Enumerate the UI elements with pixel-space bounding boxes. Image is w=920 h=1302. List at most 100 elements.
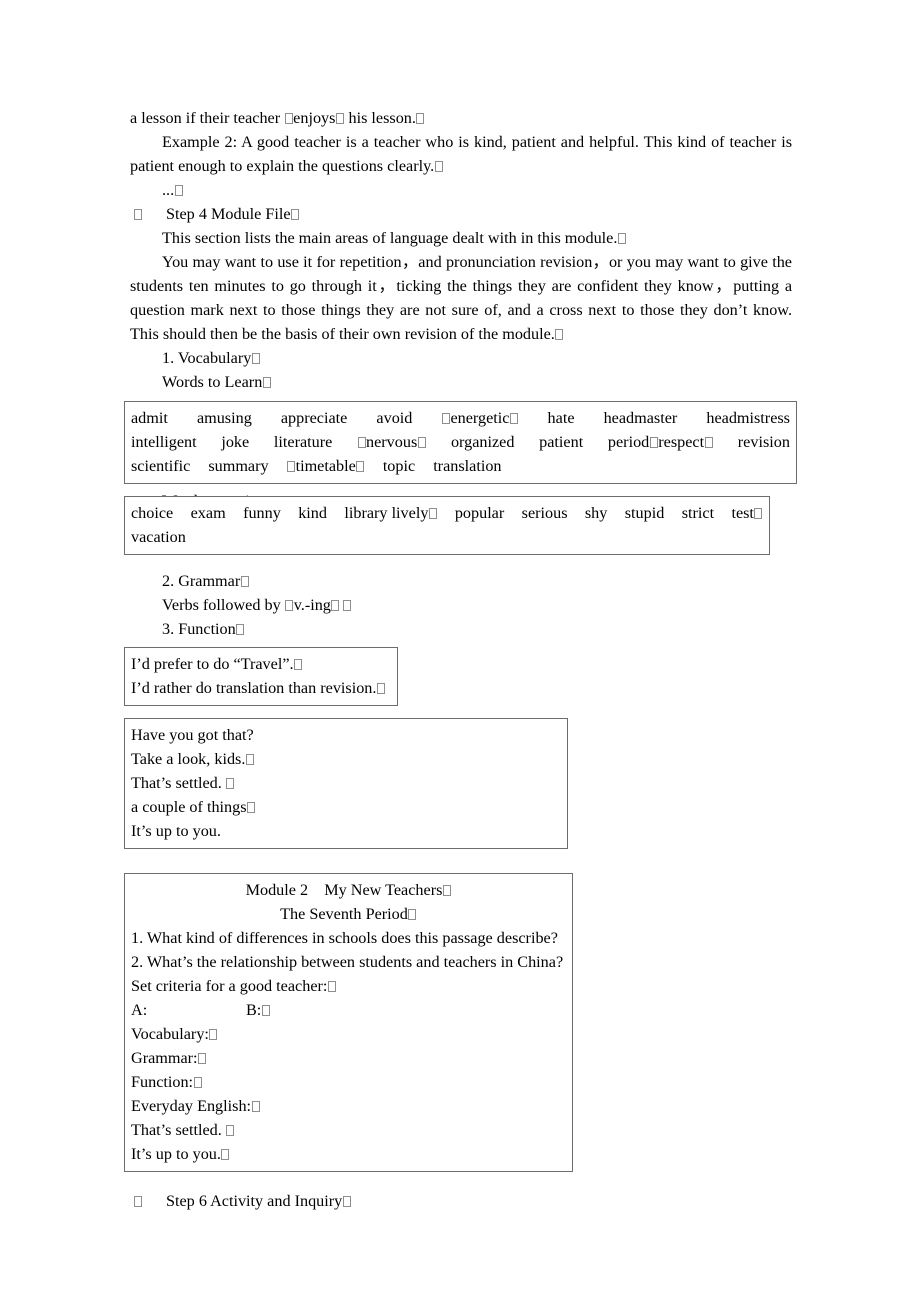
placeholder-glyph-icon — [754, 508, 763, 519]
everyday-english-box: Have you got that? Take a look, kids. Th… — [124, 718, 568, 849]
placeholder-glyph-icon — [704, 437, 713, 448]
paragraph-continuation: a lesson if their teacher enjoys his les… — [130, 106, 792, 130]
blackboard-q1-text: 1. What kind of differences in schools d… — [131, 929, 558, 947]
blackboard-vocabulary: Vocabulary: — [131, 1022, 566, 1046]
vocab-word: timetable — [295, 457, 356, 475]
words-to-learn-heading-text: Words to Learn — [162, 373, 263, 391]
placeholder-glyph-icon — [442, 885, 451, 896]
vocab-word: scientific — [131, 457, 191, 475]
vocab-word: admit — [131, 409, 168, 427]
table-row: vacation — [131, 525, 763, 549]
grammar-heading-text: 2. Grammar — [162, 572, 241, 590]
vocab-word: stupid — [624, 504, 665, 522]
placeholder-glyph-icon — [356, 461, 365, 472]
heading-step-4: Step 4 Module File — [130, 202, 792, 226]
blackboard-ab-row: A: B: — [131, 998, 566, 1022]
blackboard-subtitle-row: The Seventh Period — [131, 902, 566, 926]
placeholder-glyph-icon — [236, 624, 245, 635]
placeholder-glyph-icon — [251, 1101, 260, 1112]
placeholder-glyph-icon — [342, 1196, 351, 1207]
placeholder-glyph-icon — [335, 113, 344, 124]
blackboard-up-to-you: It’s up to you. — [131, 1142, 566, 1166]
vocab-word: lively — [391, 504, 429, 522]
words-to-learn-table: admit amusing appreciate avoid energetic… — [124, 401, 797, 484]
heading-words-to-learn: Words to Learn — [130, 370, 792, 394]
preference-line: I’d prefer to do “Travel”. — [131, 652, 391, 676]
placeholder-glyph-icon — [416, 113, 425, 124]
blackboard-label-a: A: — [131, 1001, 148, 1019]
everyday-line: That’s settled. — [131, 771, 561, 795]
everyday-line: Have you got that? — [131, 723, 561, 747]
paragraph-step4-body: You may want to use it for repetition，an… — [130, 250, 792, 346]
vocab-word-nervous: nervous — [357, 430, 426, 454]
step4-body-text: You may want to use it for repetition，an… — [130, 253, 792, 343]
blackboard-grammar-text: Grammar: — [131, 1049, 198, 1067]
blackboard-title: Module 2 My New Teachers — [245, 881, 443, 899]
preference-line: I’d rather do translation than revision. — [131, 676, 391, 700]
blackboard-question-1: 1. What kind of differences in schools d… — [131, 926, 566, 950]
everyday-line-1: Have you got that? — [131, 726, 254, 744]
vocab-word: shy — [584, 504, 608, 522]
placeholder-glyph-icon — [245, 754, 254, 765]
vocab-word: exam — [190, 504, 226, 522]
placeholder-glyph-icon — [294, 659, 303, 670]
everyday-line: a couple of things — [131, 795, 561, 819]
step-6-label: Step 6 Activity and Inquiry — [166, 1192, 343, 1210]
vocab-word-library-lively: library lively — [344, 501, 437, 525]
vocab-word: choice — [131, 504, 174, 522]
blackboard-criteria: Set criteria for a good teacher: — [131, 974, 566, 998]
placeholder-glyph-icon — [262, 377, 271, 388]
placeholder-glyph-icon — [198, 1053, 207, 1064]
placeholder-glyph-icon — [555, 329, 564, 340]
words-to-learn-table-inner: admit amusing appreciate avoid energetic… — [125, 402, 796, 483]
table-row: admit amusing appreciate avoid energetic… — [131, 406, 790, 430]
table-row: scientific summary timetable topic trans… — [131, 454, 790, 478]
placeholder-glyph-icon — [342, 600, 351, 611]
blackboard-function: Function: — [131, 1070, 566, 1094]
step-6-label-wrap: Step 6 Activity and Inquiry — [166, 1189, 351, 1213]
blackboard-label-b: B: — [246, 1001, 262, 1019]
continuation-text-a: a lesson if their teacher — [130, 109, 285, 127]
vocab-word: hate — [547, 409, 575, 427]
document-page: a lesson if their teacher enjoys his les… — [0, 0, 920, 1302]
placeholder-glyph-icon — [133, 1196, 142, 1207]
everyday-line: Take a look, kids. — [131, 747, 561, 771]
vocab-word-timetable: timetable — [287, 454, 365, 478]
heading-function: 3. Function — [130, 617, 792, 641]
vocab-word: intelligent — [131, 433, 197, 451]
everyday-line: It’s up to you. — [131, 819, 561, 843]
placeholder-glyph-icon — [251, 353, 260, 364]
placeholder-glyph-icon — [226, 1125, 235, 1136]
placeholder-glyph-icon — [617, 233, 626, 244]
everyday-english-box-inner: Have you got that? Take a look, kids. Th… — [125, 719, 567, 848]
expressing-preference-box: I’d prefer to do “Travel”. I’d rather do… — [124, 647, 398, 706]
blackboard-function-text: Function: — [131, 1073, 194, 1091]
placeholder-glyph-icon — [291, 209, 300, 220]
placeholder-glyph-icon — [287, 461, 296, 472]
placeholder-glyph-icon — [193, 1077, 202, 1088]
vocab-word: respect — [658, 433, 705, 451]
placeholder-glyph-icon — [284, 113, 293, 124]
placeholder-glyph-icon — [133, 209, 142, 220]
vocab-word: avoid — [376, 409, 413, 427]
placeholder-glyph-icon — [285, 600, 294, 611]
paragraph-ellipsis: ... — [130, 178, 792, 202]
blackboard-design-box-inner: Module 2 My New Teachers The Seventh Per… — [125, 874, 572, 1171]
blackboard-everyday-english: Everyday English: — [131, 1094, 566, 1118]
placeholder-glyph-icon — [417, 437, 426, 448]
everyday-line-2: Take a look, kids. — [131, 750, 246, 768]
placeholder-glyph-icon — [357, 437, 366, 448]
grammar-detail-mid: v.-ing — [293, 596, 331, 614]
vocab-word: period — [607, 433, 650, 451]
expressing-preference-box-inner: I’d prefer to do “Travel”. I’d rather do… — [125, 648, 397, 705]
placeholder-glyph-icon — [434, 161, 443, 172]
blackboard-label-b-wrap: B: — [246, 998, 270, 1022]
blackboard-settled: That’s settled. — [131, 1118, 566, 1142]
paragraph-example-2: Example 2: A good teacher is a teacher w… — [130, 130, 792, 178]
heading-vocabulary: 1. Vocabulary — [130, 346, 792, 370]
placeholder-glyph-icon — [441, 413, 450, 424]
words-to-revise-table-inner: choice exam funny kind library lively po… — [125, 497, 769, 554]
placeholder-glyph-icon — [327, 981, 336, 992]
placeholder-glyph-icon — [331, 600, 340, 611]
continuation-text-b: enjoys — [293, 109, 336, 127]
